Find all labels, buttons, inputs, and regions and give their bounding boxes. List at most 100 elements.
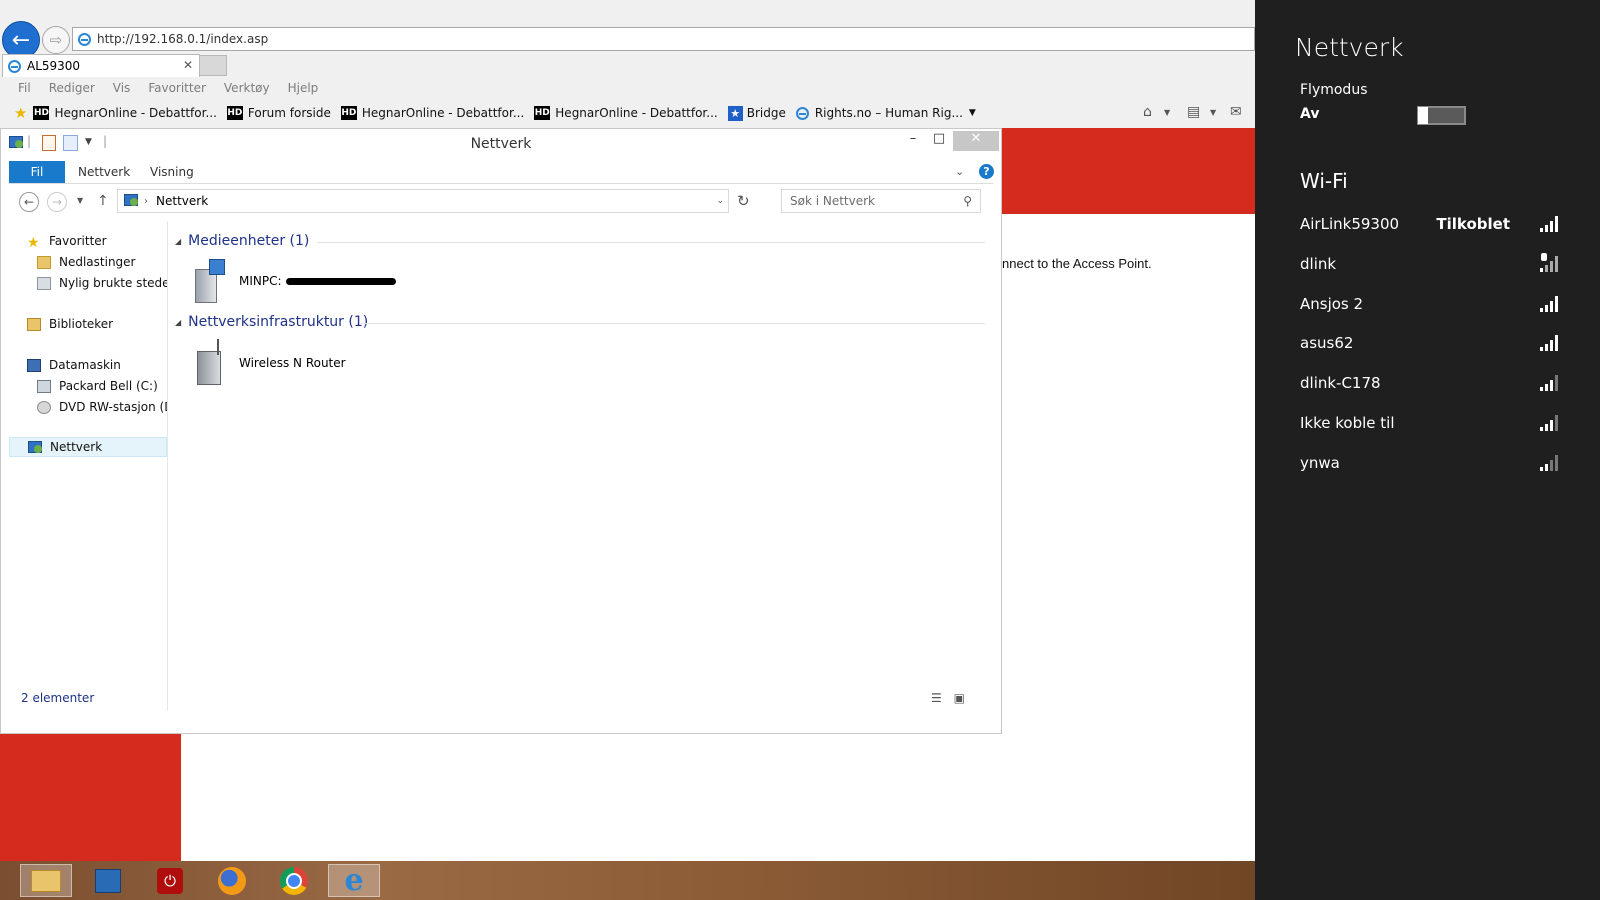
menu-verktoy[interactable]: Verktøy [224,81,270,95]
wifi-network-item[interactable]: dlink-C178 [1300,371,1560,395]
menu-fil[interactable]: Fil [18,81,31,95]
browser-tab-active[interactable]: AL59300 ✕ [2,54,200,77]
firefox-icon[interactable] [206,864,258,897]
home-icon[interactable]: ⌂ [1143,104,1152,120]
menu-favoritter[interactable]: Favoritter [148,81,206,95]
network-pane: Nettverk Flymodus Av Wi-Fi AirLink59300 … [1255,0,1600,900]
favorite-link[interactable]: ★ Bridge [727,105,786,121]
internet-explorer-icon[interactable]: e [328,864,380,897]
menu-hjelp[interactable]: Hjelp [288,81,319,95]
forward-arrow-icon: ⇨ [49,31,63,49]
airplane-mode-toggle[interactable] [1417,106,1466,125]
tab-title: AL59300 [27,59,81,73]
breadcrumb-nettverk[interactable]: Nettverk [156,194,208,208]
collapse-triangle-icon[interactable]: ◢ [175,318,181,327]
device-item-minpc[interactable]: MINPC: [191,257,396,305]
wifi-network-item[interactable]: Ansjos 2 [1300,292,1560,316]
favorites-bar: ★ HD HegnarOnline - Debattfor... HD Forum … [0,101,1255,125]
hd-logo-icon: HD [340,106,357,120]
device-label: Wireless N Router [239,356,346,370]
hd-logo-icon: HD [33,106,50,120]
forward-button[interactable]: ⇨ [42,26,70,54]
menu-vis[interactable]: Vis [113,81,131,95]
search-icon: ⚲ [963,194,972,208]
file-explorer-icon[interactable] [20,864,72,897]
refresh-icon[interactable]: ↻ [737,192,750,210]
group-media-devices[interactable]: ◢ Medieenheter (1) [175,233,309,249]
wifi-signal-icon [1540,375,1560,391]
wifi-network-item[interactable]: asus62 [1300,331,1560,355]
nav-libraries[interactable]: Biblioteker [27,314,167,334]
favorite-link[interactable]: HD Forum forside [226,106,331,120]
wifi-network-item[interactable]: Ikke koble til [1300,411,1560,435]
favorite-link[interactable]: Rights.no – Human Rig... ▼ [795,106,976,120]
rss-dropdown-icon[interactable]: ▼ [1210,108,1216,117]
nav-network[interactable]: Nettverk [9,437,167,457]
up-arrow-icon[interactable]: ↑ [97,193,109,209]
explorer-back-button[interactable]: ← [19,192,39,212]
minimize-button[interactable]: – [901,131,925,151]
media-pc-icon [191,257,227,305]
device-label: MINPC: [239,274,282,288]
explorer-window: | ▼ | Nettverk – □ ✕ Fil Nettverk Visnin… [0,128,1002,734]
nav-downloads[interactable]: Nedlastinger [37,252,167,272]
wifi-network-item[interactable]: dlink [1300,252,1560,276]
details-view-icon[interactable]: ☰ [931,691,942,705]
group-network-infrastructure[interactable]: ◢ Nettverksinfrastruktur (1) [175,314,368,330]
connection-status: Tilkoblet [1436,215,1510,233]
menu-rediger[interactable]: Rediger [49,81,95,95]
favorite-link[interactable]: HD HegnarOnline - Debattfor... [33,106,217,120]
address-bar[interactable]: http://192.168.0.1/index.asp [72,27,1255,51]
wifi-network-item[interactable]: AirLink59300 Tilkoblet [1300,212,1560,236]
airplane-mode-label: Flymodus [1300,82,1368,98]
window-title: Nettverk [470,136,532,152]
tab-visning[interactable]: Visning [150,165,194,179]
recent-locations-icon[interactable]: ▼ [77,196,83,205]
breadcrumb-chevron-icon: › [144,195,148,207]
nav-drive-c[interactable]: Packard Bell (C:) [37,376,167,396]
hd-logo-icon: HD [226,106,243,120]
drive-icon [37,379,51,393]
tab-fil[interactable]: Fil [9,161,65,183]
tab-nettverk[interactable]: Nettverk [78,165,130,179]
wifi-signal-icon [1540,296,1560,312]
libraries-icon [27,317,41,331]
wifi-signal-secured-icon [1540,253,1560,272]
nav-computer[interactable]: Datamaskin [27,355,167,375]
nav-drive-d[interactable]: DVD RW-stasjon (D:) [37,397,167,417]
tab-close-icon[interactable]: ✕ [183,58,193,72]
control-panel-icon[interactable] [82,864,134,897]
menu-bar: Fil Rediger Vis Favoritter Verktøy Hjelp [0,77,1255,99]
new-tab-button[interactable] [199,55,227,76]
page-footer-band [0,734,181,861]
maximize-button[interactable]: □ [927,131,951,151]
large-icons-view-icon[interactable]: ▣ [954,691,965,705]
home-dropdown-icon[interactable]: ▼ [1164,108,1170,117]
rss-icon[interactable]: ▤ [1187,104,1200,120]
nav-favorites[interactable]: ★ Favoritter [27,231,167,251]
shutdown-icon[interactable]: ⏻ [144,864,196,897]
close-button[interactable]: ✕ [953,131,999,151]
explorer-titlebar[interactable]: | ▼ | Nettverk – □ ✕ [1,129,1001,159]
address-dropdown-icon[interactable]: ⌄ [716,196,724,206]
help-icon[interactable]: ? [979,164,994,179]
explorer-forward-button[interactable]: → [47,192,67,212]
ribbon-expand-icon[interactable]: ⌄ [955,165,964,178]
dropdown-arrow-icon[interactable]: ▼ [969,108,976,118]
collapse-triangle-icon[interactable]: ◢ [175,237,181,246]
network-pane-title: Nettverk [1295,33,1404,62]
wifi-section-label: Wi-Fi [1300,169,1348,193]
wifi-network-item[interactable]: ynwa [1300,451,1560,475]
favorite-link[interactable]: HD HegnarOnline - Debattfor... [534,106,718,120]
mail-icon[interactable]: ✉ [1230,104,1242,120]
router-icon [191,339,227,387]
explorer-address-field[interactable]: › Nettverk ⌄ [117,189,729,213]
chrome-icon[interactable] [268,864,320,897]
search-input[interactable]: Søk i Nettverk ⚲ [781,189,981,213]
favorites-star-icon[interactable]: ★ [14,104,27,122]
device-item-router[interactable]: Wireless N Router [191,339,346,387]
redaction-mark [285,277,396,285]
computer-icon [27,358,41,372]
nav-recent[interactable]: Nylig brukte steder [37,273,167,293]
favorite-link[interactable]: HD HegnarOnline - Debattfor... [340,106,524,120]
